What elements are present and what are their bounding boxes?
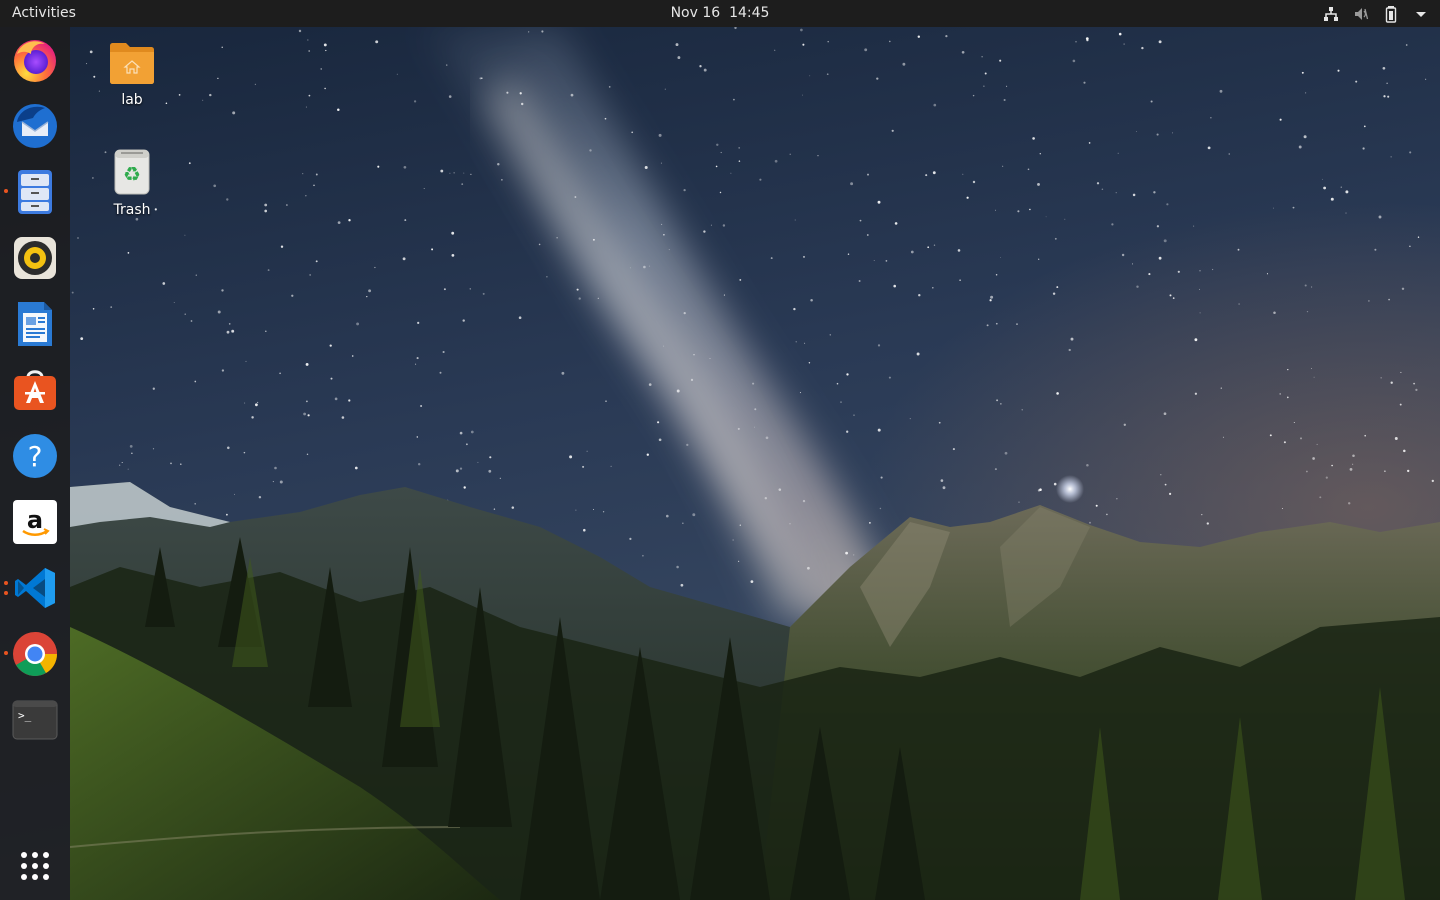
dock-google-chrome[interactable] — [4, 629, 60, 679]
network-icon[interactable] — [1322, 0, 1340, 27]
writer-icon — [18, 302, 52, 346]
volume-muted-icon[interactable] — [1352, 0, 1370, 27]
dock-vscode[interactable] — [4, 563, 60, 613]
files-icon — [18, 170, 52, 214]
desktop-wallpaper — [0, 27, 1440, 900]
top-bar: Activities Nov 16 14:45 — [0, 0, 1440, 27]
desktop-icon-label: Trash — [113, 202, 151, 218]
battery-icon[interactable] — [1382, 0, 1400, 27]
system-menu-arrow-icon[interactable] — [1412, 0, 1430, 27]
dock-ubuntu-software[interactable] — [10, 365, 60, 415]
activities-button[interactable]: Activities — [12, 0, 76, 27]
desktop-icon-trash[interactable]: ♻ Trash — [92, 148, 172, 218]
vscode-icon — [15, 568, 55, 608]
running-indicator-2 — [4, 591, 8, 595]
thunderbird-icon — [13, 104, 57, 148]
trash-icon: ♻ — [114, 149, 150, 195]
firefox-icon — [14, 40, 56, 82]
dock-amazon[interactable]: a — [10, 497, 60, 547]
dock-firefox[interactable] — [10, 35, 60, 85]
dock-libreoffice-writer[interactable] — [10, 299, 60, 349]
dock: ? a >_ — [0, 27, 70, 900]
running-indicator — [4, 651, 8, 655]
clock-button[interactable]: Nov 16 14:45 — [671, 5, 770, 21]
chrome-icon — [13, 632, 57, 676]
terminal-icon: >_ — [12, 700, 58, 740]
show-applications-button[interactable] — [10, 841, 60, 891]
clock-container: Nov 16 14:45 — [0, 0, 1440, 27]
svg-text:?: ? — [28, 440, 43, 473]
app-grid-icon — [21, 852, 49, 880]
amazon-icon: a — [13, 500, 57, 544]
svg-text:♻: ♻ — [123, 162, 141, 186]
dock-terminal[interactable]: >_ — [10, 695, 60, 745]
svg-text:>_: >_ — [18, 709, 32, 722]
dock-files[interactable] — [4, 167, 60, 217]
dock-thunderbird[interactable] — [10, 101, 60, 151]
home-folder-icon — [110, 43, 154, 84]
rhythmbox-icon — [14, 237, 56, 279]
system-tray[interactable] — [1322, 0, 1430, 27]
desktop-icon-lab[interactable]: lab — [92, 40, 172, 108]
dock-help[interactable]: ? — [10, 431, 60, 481]
desktop-icon-label: lab — [121, 92, 143, 108]
software-icon — [14, 370, 56, 410]
svg-text:a: a — [27, 506, 43, 534]
dock-rhythmbox[interactable] — [10, 233, 60, 283]
running-indicator — [4, 581, 8, 585]
help-icon: ? — [13, 434, 57, 478]
running-indicator — [4, 189, 8, 193]
